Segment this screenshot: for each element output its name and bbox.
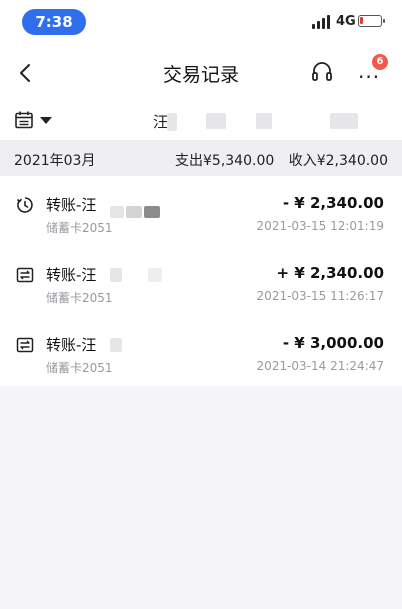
- redacted-block: [110, 338, 122, 352]
- date-filter-button[interactable]: [14, 110, 34, 130]
- transaction-card: 储蓄卡2051: [46, 291, 113, 305]
- page-title: 交易记录: [162, 64, 239, 86]
- month-label: 2021年03月: [14, 153, 96, 169]
- battery-icon: [358, 15, 385, 27]
- redacted-block: [256, 113, 272, 129]
- transaction-amount: - ¥ 2,340.00: [282, 194, 384, 212]
- transfer-icon: [16, 267, 34, 283]
- filter-bar: 汪: [0, 102, 402, 140]
- transaction-name: 转账-汪: [46, 336, 97, 354]
- battery-level: [360, 17, 363, 24]
- transaction-time: 2021-03-14 21:24:47: [256, 359, 384, 373]
- redacted-block: [144, 206, 160, 218]
- transaction-row[interactable]: 转账-汪 储蓄卡2051 + ¥ 2,340.00 2021-03-15 11:…: [0, 246, 402, 316]
- month-summary: 2021年03月 支出¥5,340.00 收入¥2,340.00: [0, 140, 402, 176]
- dropdown-caret-icon[interactable]: [40, 117, 52, 124]
- transaction-card: 储蓄卡2051: [46, 221, 113, 235]
- transaction-name: 转账-汪: [46, 196, 97, 214]
- transaction-amount: + ¥ 2,340.00: [276, 264, 384, 282]
- network-label: 4G: [336, 14, 356, 29]
- more-button[interactable]: ··· 6: [356, 54, 388, 89]
- redacted-block: [110, 268, 122, 282]
- income-total: 收入¥2,340.00: [288, 153, 388, 169]
- redacted-block: [126, 206, 142, 218]
- more-dots-icon: ···: [358, 65, 381, 89]
- transaction-amount: - ¥ 3,000.00: [282, 334, 384, 352]
- account-filter[interactable]: 汪: [153, 111, 168, 132]
- status-bar: 7:38 4G: [0, 0, 402, 44]
- month-totals: 支出¥5,340.00 收入¥2,340.00: [165, 150, 388, 170]
- expense-total: 支出¥5,340.00: [175, 153, 275, 169]
- transaction-time: 2021-03-15 12:01:19: [256, 219, 384, 233]
- headset-icon: [312, 62, 332, 81]
- customer-service-button[interactable]: [310, 60, 334, 84]
- header: 交易记录 ··· 6: [0, 44, 402, 102]
- transaction-list: 转账-汪 储蓄卡2051 - ¥ 2,340.00 2021-03-15 12:…: [0, 176, 402, 386]
- transfer-icon: [16, 337, 34, 353]
- signal-icon: [312, 15, 332, 29]
- redacted-block: [167, 113, 177, 131]
- redacted-block: [206, 113, 226, 129]
- transaction-card: 储蓄卡2051: [46, 361, 113, 375]
- transaction-row[interactable]: 转账-汪 储蓄卡2051 - ¥ 3,000.00 2021-03-14 21:…: [0, 316, 402, 386]
- redacted-block: [148, 268, 162, 282]
- notification-badge: 6: [372, 54, 388, 70]
- clock-transfer-icon: [16, 197, 33, 213]
- status-time: 7:38: [22, 9, 86, 35]
- transaction-time: 2021-03-15 11:26:17: [256, 289, 384, 303]
- redacted-block: [110, 206, 124, 218]
- transaction-row[interactable]: 转账-汪 储蓄卡2051 - ¥ 2,340.00 2021-03-15 12:…: [0, 176, 402, 246]
- transaction-name: 转账-汪: [46, 266, 97, 284]
- calendar-icon: [15, 111, 33, 129]
- redacted-block: [330, 113, 358, 129]
